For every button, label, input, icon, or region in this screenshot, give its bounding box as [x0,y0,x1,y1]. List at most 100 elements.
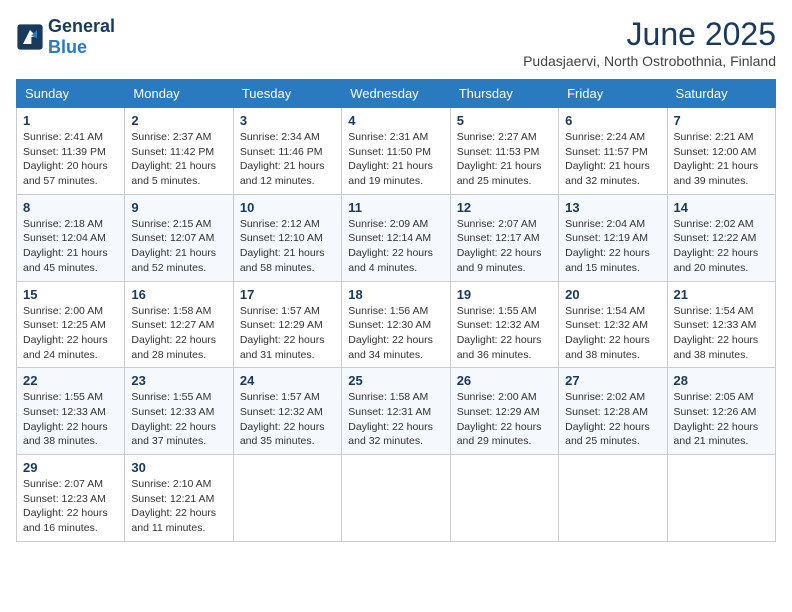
day-number: 19 [457,287,552,302]
calendar-day-cell: 26Sunrise: 2:00 AM Sunset: 12:29 AM Dayl… [450,368,558,455]
empty-cell [667,455,775,542]
day-info: Sunrise: 1:57 AM Sunset: 12:32 AM Daylig… [240,390,335,449]
calendar-day-cell: 16 Sunrise: 1:58 AM Sunset: 12:27 AM Dayl… [125,281,233,368]
empty-cell [342,455,450,542]
calendar-week-row: 1 Sunrise: 2:41 AM Sunset: 11:39 PM Dayli… [17,108,776,195]
day-info: Sunrise: 1:54 AM Sunset: 12:32 AM Daylig… [565,304,660,363]
calendar-day-cell: 4 Sunrise: 2:31 AM Sunset: 11:50 PM Dayli… [342,108,450,195]
day-number: 17 [240,287,335,302]
day-info: Sunrise: 2:05 AM Sunset: 12:26 AM Daylig… [674,390,769,449]
column-header-sunday: Sunday [17,80,125,108]
day-number: 27 [565,373,660,388]
day-number: 20 [565,287,660,302]
day-number: 8 [23,200,118,215]
calendar-day-cell: 12 Sunrise: 2:07 AM Sunset: 12:17 AM Dayl… [450,194,558,281]
logo-icon [16,23,44,51]
day-number: 21 [674,287,769,302]
header: General Blue June 2025 Pudasjaervi, Nort… [16,16,776,69]
column-header-wednesday: Wednesday [342,80,450,108]
calendar-day-cell: 28 Sunrise: 2:05 AM Sunset: 12:26 AM Dayl… [667,368,775,455]
calendar-week-row: 8 Sunrise: 2:18 AM Sunset: 12:04 AM Dayli… [17,194,776,281]
calendar-day-cell: 25Sunrise: 1:58 AM Sunset: 12:31 AM Dayl… [342,368,450,455]
calendar-day-cell: 19 Sunrise: 1:55 AM Sunset: 12:32 AM Dayl… [450,281,558,368]
day-number: 6 [565,113,660,128]
day-info: Sunrise: 1:58 AM Sunset: 12:27 AM Daylig… [131,304,226,363]
day-info: Sunrise: 2:12 AM Sunset: 12:10 AM Daylig… [240,217,335,276]
day-number: 24 [240,373,335,388]
column-header-tuesday: Tuesday [233,80,341,108]
column-header-friday: Friday [559,80,667,108]
day-info: Sunrise: 2:41 AM Sunset: 11:39 PM Daylig… [23,130,118,189]
day-info: Sunrise: 2:07 AM Sunset: 12:17 AM Daylig… [457,217,552,276]
calendar-body: 1 Sunrise: 2:41 AM Sunset: 11:39 PM Dayli… [17,108,776,542]
empty-cell [450,455,558,542]
calendar-day-cell: 2 Sunrise: 2:37 AM Sunset: 11:42 PM Dayli… [125,108,233,195]
calendar-day-cell: 3 Sunrise: 2:34 AM Sunset: 11:46 PM Dayli… [233,108,341,195]
day-info: Sunrise: 2:34 AM Sunset: 11:46 PM Daylig… [240,130,335,189]
day-number: 2 [131,113,226,128]
day-number: 1 [23,113,118,128]
day-info: Sunrise: 2:31 AM Sunset: 11:50 PM Daylig… [348,130,443,189]
day-number: 12 [457,200,552,215]
day-number: 26 [457,373,552,388]
day-number: 10 [240,200,335,215]
calendar-day-cell: 17Sunrise: 1:57 AM Sunset: 12:29 AM Dayl… [233,281,341,368]
day-number: 22 [23,373,118,388]
calendar-day-cell: 7 Sunrise: 2:21 AM Sunset: 12:00 AM Dayli… [667,108,775,195]
day-info: Sunrise: 2:00 AM Sunset: 12:25 AM Daylig… [23,304,118,363]
logo-text: General Blue [48,16,115,58]
day-number: 30 [131,460,226,475]
day-info: Sunrise: 2:07 AM Sunset: 12:23 AM Daylig… [23,477,118,536]
day-number: 11 [348,200,443,215]
calendar-day-cell: 23Sunrise: 1:55 AM Sunset: 12:33 AM Dayl… [125,368,233,455]
title-area: June 2025 Pudasjaervi, North Ostrobothni… [523,16,776,69]
day-info: Sunrise: 2:02 AM Sunset: 12:28 AM Daylig… [565,390,660,449]
calendar-day-cell: 20 Sunrise: 1:54 AM Sunset: 12:32 AM Dayl… [559,281,667,368]
logo-general: General [48,16,115,36]
day-number: 9 [131,200,226,215]
day-info: Sunrise: 1:54 AM Sunset: 12:33 AM Daylig… [674,304,769,363]
day-info: Sunrise: 2:21 AM Sunset: 12:00 AM Daylig… [674,130,769,189]
day-number: 3 [240,113,335,128]
column-header-thursday: Thursday [450,80,558,108]
day-info: Sunrise: 2:15 AM Sunset: 12:07 AM Daylig… [131,217,226,276]
day-info: Sunrise: 1:55 AM Sunset: 12:33 AM Daylig… [23,390,118,449]
empty-cell [233,455,341,542]
logo: General Blue [16,16,115,58]
day-info: Sunrise: 2:37 AM Sunset: 11:42 PM Daylig… [131,130,226,189]
day-number: 29 [23,460,118,475]
calendar-day-cell: 30 Sunrise: 2:10 AM Sunset: 12:21 AM Dayl… [125,455,233,542]
day-info: Sunrise: 2:24 AM Sunset: 11:57 PM Daylig… [565,130,660,189]
day-number: 25 [348,373,443,388]
calendar-table: SundayMondayTuesdayWednesdayThursdayFrid… [16,79,776,542]
day-number: 18 [348,287,443,302]
calendar-week-row: 22 Sunrise: 1:55 AM Sunset: 12:33 AM Dayl… [17,368,776,455]
day-number: 7 [674,113,769,128]
calendar-day-cell: 15 Sunrise: 2:00 AM Sunset: 12:25 AM Dayl… [17,281,125,368]
calendar-day-cell: 27 Sunrise: 2:02 AM Sunset: 12:28 AM Dayl… [559,368,667,455]
calendar-day-cell: 6 Sunrise: 2:24 AM Sunset: 11:57 PM Dayli… [559,108,667,195]
empty-cell [559,455,667,542]
calendar-week-row: 29 Sunrise: 2:07 AM Sunset: 12:23 AM Dayl… [17,455,776,542]
column-header-monday: Monday [125,80,233,108]
calendar-title: June 2025 [523,16,776,53]
calendar-day-cell: 8 Sunrise: 2:18 AM Sunset: 12:04 AM Dayli… [17,194,125,281]
calendar-subtitle: Pudasjaervi, North Ostrobothnia, Finland [523,53,776,69]
day-info: Sunrise: 1:55 AM Sunset: 12:32 AM Daylig… [457,304,552,363]
calendar-day-cell: 9 Sunrise: 2:15 AM Sunset: 12:07 AM Dayli… [125,194,233,281]
day-number: 16 [131,287,226,302]
day-info: Sunrise: 2:27 AM Sunset: 11:53 PM Daylig… [457,130,552,189]
calendar-day-cell: 10 Sunrise: 2:12 AM Sunset: 12:10 AM Dayl… [233,194,341,281]
logo-blue: Blue [48,37,87,57]
day-number: 4 [348,113,443,128]
day-info: Sunrise: 2:09 AM Sunset: 12:14 AM Daylig… [348,217,443,276]
day-number: 13 [565,200,660,215]
calendar-day-cell: 5Sunrise: 2:27 AM Sunset: 11:53 PM Dayli… [450,108,558,195]
calendar-day-cell: 11 Sunrise: 2:09 AM Sunset: 12:14 AM Dayl… [342,194,450,281]
day-info: Sunrise: 2:10 AM Sunset: 12:21 AM Daylig… [131,477,226,536]
day-info: Sunrise: 2:18 AM Sunset: 12:04 AM Daylig… [23,217,118,276]
calendar-day-cell: 21 Sunrise: 1:54 AM Sunset: 12:33 AM Dayl… [667,281,775,368]
day-number: 28 [674,373,769,388]
day-number: 15 [23,287,118,302]
calendar-day-cell: 22 Sunrise: 1:55 AM Sunset: 12:33 AM Dayl… [17,368,125,455]
